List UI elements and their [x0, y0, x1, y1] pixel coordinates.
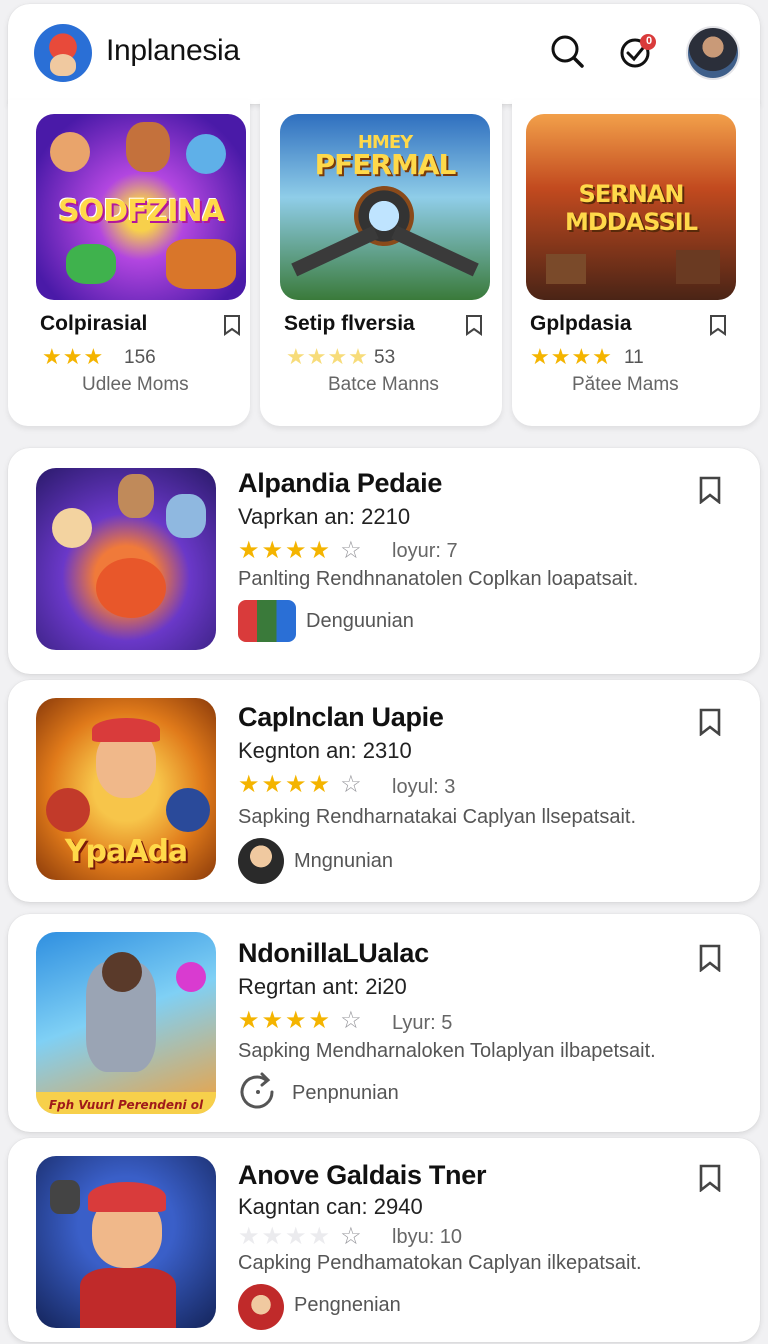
list-item-description: Panlting Rendhnanatolen Coplkan loapatsa…	[238, 568, 639, 590]
developer-icon	[238, 838, 284, 884]
list-item-title: Anove Galdais Tner	[238, 1160, 487, 1190]
search-icon[interactable]	[546, 30, 588, 72]
rating-count: 156	[124, 347, 156, 368]
featured-card-title: Gplpdasia	[530, 312, 632, 335]
list-item[interactable]: Fph Vuurl Perendeni ol NdonillaLUalac Re…	[8, 914, 760, 1132]
rating-count: 53	[374, 347, 396, 368]
rating-stars: ★★★★ ☆	[238, 1223, 364, 1250]
user-avatar[interactable]	[686, 26, 740, 80]
bookmark-icon[interactable]	[698, 944, 722, 972]
list-item-meta: Vaprkan an: 2210	[238, 504, 411, 529]
list-item[interactable]: YpaAda Caplnclan Uapie Kegnton an: 2310 …	[8, 680, 760, 902]
list-item[interactable]: Anove Galdais Tner Kagntan can: 2940 ★★★…	[8, 1138, 760, 1342]
refresh-icon	[240, 1072, 274, 1109]
bookmark-icon[interactable]	[464, 314, 484, 336]
featured-card-thumbnail: HMEY PFERMAL	[280, 114, 490, 300]
list-item-description: Capking Pendhamatokan Caplyan ilkepatsai…	[238, 1252, 642, 1274]
list-item-meta: Kegnton an: 2310	[238, 738, 412, 763]
bookmark-icon[interactable]	[698, 708, 722, 736]
list-item-label: Lyur: 5	[392, 1012, 453, 1034]
rating-stars: ★★★	[42, 344, 105, 369]
featured-card-thumbnail: SERNAN MDDASSIL	[526, 114, 736, 300]
list-item-meta: Kagntan can: 2940	[238, 1194, 423, 1219]
list-item-description: Sapking Mendharnaloken Tolaplyan ilbapet…	[238, 1040, 656, 1062]
rating-count: 11	[624, 347, 644, 368]
app-logo[interactable]	[34, 24, 92, 82]
notification-badge: 0	[645, 35, 653, 47]
developer-icon	[238, 600, 296, 642]
list-item-title: NdonillaLUalac	[238, 938, 429, 968]
list-item-title: Alpandia Pedaie	[238, 468, 443, 498]
developer-name: Denguunian	[306, 610, 414, 632]
bookmark-icon[interactable]	[222, 314, 242, 336]
app-title: Inplanesia	[106, 34, 240, 67]
list-item-label: lbyu: 10	[392, 1226, 463, 1248]
bookmark-icon[interactable]	[708, 314, 728, 336]
rating-stars: ★★★★	[530, 344, 613, 369]
list-item-description: Sapking Rendharnatakai Caplyan llsepatsa…	[238, 806, 637, 828]
list-item-label: loyul: 3	[392, 776, 456, 798]
list-item-label: loyur: 7	[392, 540, 458, 562]
rating-stars: ★★★★	[286, 344, 369, 369]
featured-card-thumbnail: SODFZINA	[36, 114, 246, 300]
list-item-title: Caplnclan Uapie	[238, 702, 444, 732]
list-item-thumbnail	[36, 468, 216, 650]
developer-icon	[238, 1284, 284, 1330]
bookmark-icon[interactable]	[698, 1164, 722, 1192]
featured-card-1[interactable]: SODFZINA Colpirasial ★★★ 156 Udlee Moms	[8, 100, 250, 426]
featured-card-subtitle: Udlee Moms	[82, 374, 189, 395]
featured-card-3[interactable]: SERNAN MDDASSIL Gplpdasia ★★★★ 11 Pătee …	[512, 100, 760, 426]
developer-name: Mngnunian	[294, 850, 393, 872]
list-item-thumbnail: YpaAda	[36, 698, 216, 880]
rating-stars: ★★★★ ☆	[238, 771, 364, 798]
featured-card-subtitle: Pătee Mams	[572, 374, 679, 395]
list-item[interactable]: Alpandia Pedaie Vaprkan an: 2210 ★★★★ ☆ l…	[8, 448, 760, 674]
list-item-meta: Regrtan ant: 2i20	[238, 974, 407, 999]
rating-stars: ★★★★ ☆	[238, 537, 364, 564]
featured-card-2[interactable]: HMEY PFERMAL Setip flversia ★★★★ 53 Batc…	[260, 100, 502, 426]
featured-card-subtitle: Batce Manns	[328, 374, 439, 395]
developer-name: Penpnunian	[292, 1082, 399, 1104]
list-item-thumbnail	[36, 1156, 216, 1328]
developer-name: Pengnenian	[294, 1294, 401, 1316]
rating-stars: ★★★★ ☆	[238, 1007, 364, 1034]
list-item-thumbnail: Fph Vuurl Perendeni ol	[36, 932, 216, 1114]
featured-card-title: Colpirasial	[40, 312, 148, 335]
bookmark-icon[interactable]	[698, 476, 722, 504]
featured-card-title: Setip flversia	[284, 312, 415, 335]
